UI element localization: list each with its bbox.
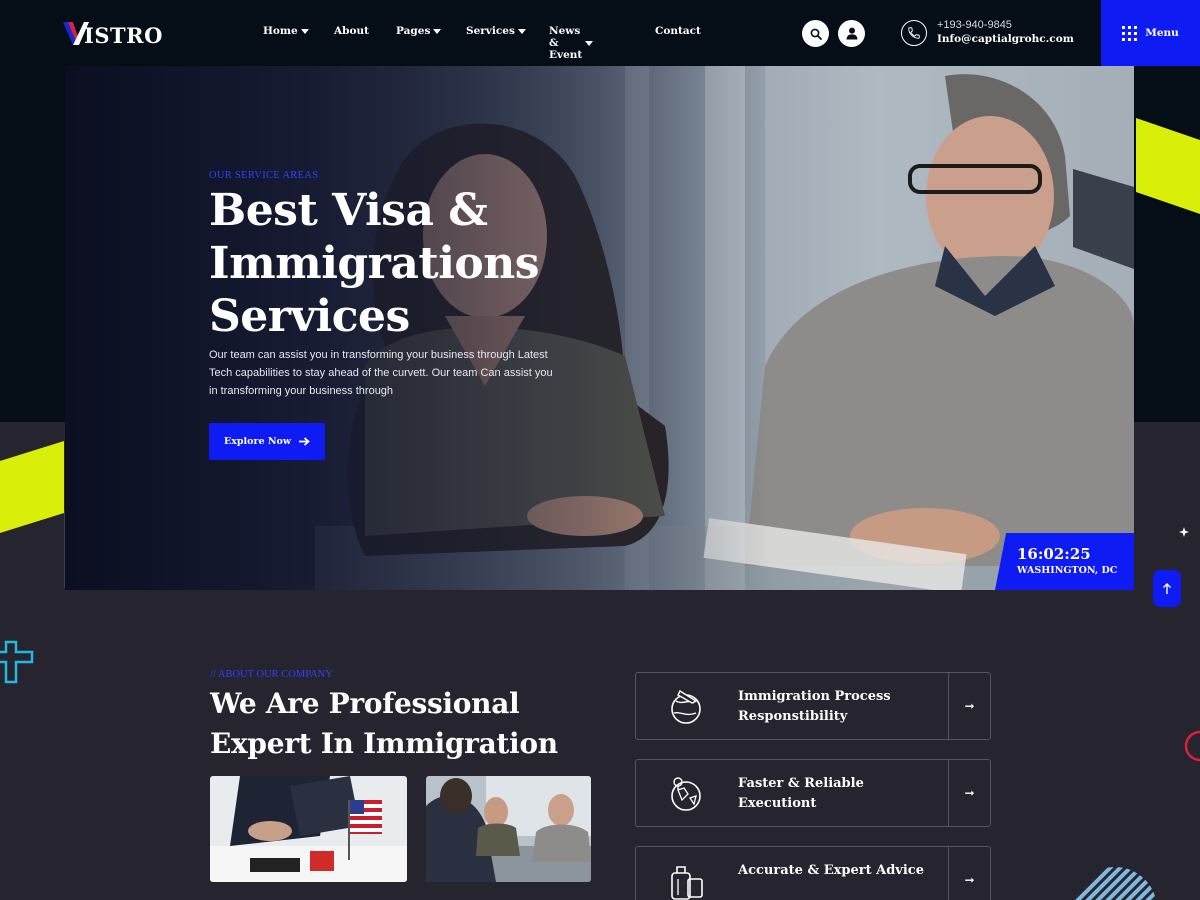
hero-title: Best Visa & Immigrations Services (209, 185, 540, 342)
explore-now-button[interactable]: Explore Now (209, 423, 325, 460)
logo-text: ISTRO (84, 22, 163, 48)
explore-now-label: Explore Now (223, 436, 292, 447)
arrow-right-icon: ➞ (964, 786, 975, 800)
feature-card[interactable]: Faster & Reliable Executiont ➞ (635, 759, 991, 827)
lime-parallelogram-shape (1136, 118, 1200, 214)
site-logo[interactable]: ISTRO (62, 18, 163, 48)
grid-dots-icon (1122, 25, 1138, 41)
nav-news-event[interactable]: News & Event (549, 25, 594, 61)
striped-circle-shape (1073, 867, 1157, 900)
feature-arrow-button[interactable]: ➞ (948, 760, 990, 826)
logo-v-mark-icon (62, 19, 89, 47)
chevron-down-icon (585, 40, 594, 46)
about-title: We Are Professional Expert In Immigratio… (210, 687, 558, 760)
chevron-down-icon (517, 28, 526, 34)
sparkle-icon (1179, 527, 1189, 537)
plus-outline-icon (0, 640, 34, 684)
feature-arrow-button[interactable]: ➞ (948, 673, 990, 739)
nav-home-label: Home (263, 25, 298, 37)
lime-parallelogram-shape (0, 441, 64, 533)
luggage-icon (671, 866, 703, 900)
nav-pages[interactable]: Pages (396, 25, 442, 37)
passport-globe-icon (671, 689, 701, 724)
arrow-up-icon (1163, 582, 1171, 594)
feature-label: Accurate & Expert Advice (738, 863, 924, 878)
arrow-right-icon: ➞ (964, 873, 975, 887)
nav-pages-label: Pages (396, 25, 431, 37)
nav-home[interactable]: Home (263, 25, 309, 37)
nav-services[interactable]: Services (466, 25, 526, 37)
menu-button[interactable]: Menu (1101, 0, 1200, 66)
about-tagline: // ABOUT OUR COMPANY (210, 669, 333, 680)
phone-icon (901, 20, 927, 46)
feature-label: Faster & Reliable Executiont (738, 776, 864, 811)
feature-label: Immigration Process Responstibility (738, 689, 891, 724)
feature-card[interactable]: Immigration Process Responstibility ➞ (635, 672, 991, 740)
chevron-down-icon (300, 28, 309, 34)
header-email[interactable]: Info@captialgrohc.com (937, 33, 1074, 45)
nav-news-label: News & Event (549, 25, 583, 61)
world-map-icon (671, 777, 701, 811)
nav-services-label: Services (466, 25, 515, 37)
scroll-to-top-button[interactable] (1153, 570, 1181, 607)
search-icon (810, 28, 822, 40)
red-ring-shape (1184, 730, 1200, 762)
feature-arrow-button[interactable]: ➞ (948, 847, 990, 900)
nav-about-label: About (334, 25, 369, 37)
arrow-right-icon: ➞ (964, 699, 975, 713)
chevron-down-icon (433, 28, 442, 34)
local-clock-card: 16:02:25 WASHINGTON, DC (995, 533, 1134, 590)
hero-description: Our team can assist you in transforming … (209, 349, 553, 397)
site-header: ISTRO Home About Pages Services News & E… (0, 0, 1200, 66)
nav-contact[interactable]: Contact (655, 25, 701, 37)
clock-time: 16:02:25 (1017, 545, 1091, 563)
feature-card[interactable]: Accurate & Expert Advice ➞ (635, 846, 991, 900)
about-photo-meeting (426, 776, 591, 882)
about-photo-flag (210, 776, 407, 882)
slate-parallelogram-shape (1073, 169, 1134, 269)
account-button[interactable] (838, 20, 865, 47)
header-phone[interactable]: +193-940-9845 (937, 19, 1012, 31)
user-icon (846, 27, 857, 40)
arrow-right-icon (299, 437, 310, 446)
menu-label: Menu (1145, 27, 1179, 39)
clock-city: WASHINGTON, DC (1017, 565, 1118, 576)
hero-tagline: OUR SERVICE AREAS (209, 170, 319, 181)
nav-about[interactable]: About (334, 25, 369, 37)
nav-contact-label: Contact (655, 25, 701, 37)
search-button[interactable] (802, 20, 829, 47)
hero-banner: OUR SERVICE AREAS Best Visa & Immigratio… (65, 66, 1134, 590)
